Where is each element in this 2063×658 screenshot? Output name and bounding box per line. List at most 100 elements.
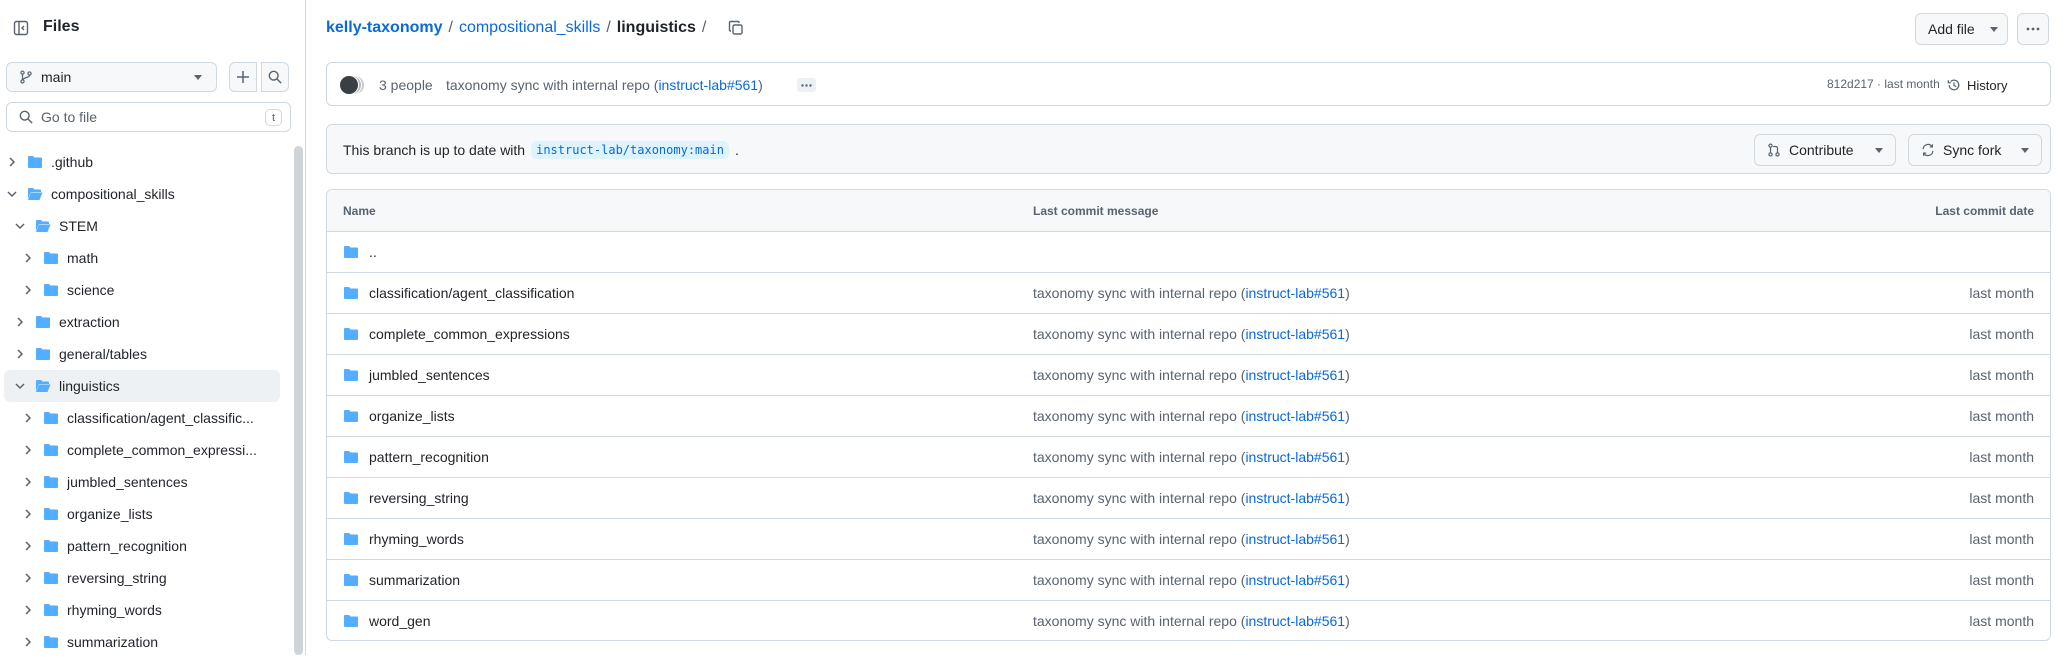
chevron-right-icon[interactable]: [22, 636, 34, 648]
commit-authors[interactable]: 3 people: [379, 77, 433, 93]
commit-message: taxonomy sync with internal repo (instru…: [1033, 531, 1350, 547]
commit-pr-link[interactable]: instruct-lab#561: [1245, 490, 1345, 506]
chevron-right-icon[interactable]: [22, 572, 34, 584]
table-row[interactable]: reversing_string taxonomy sync with inter…: [327, 478, 2050, 519]
expand-commit-icon[interactable]: [797, 78, 816, 92]
tree-item[interactable]: summarization: [0, 626, 280, 658]
chevron-right-icon[interactable]: [22, 412, 34, 424]
commit-pr-link[interactable]: instruct-lab#561: [1245, 613, 1345, 629]
table-row[interactable]: complete_common_expressions taxonomy sync…: [327, 314, 2050, 355]
add-file-icon[interactable]: [229, 62, 257, 92]
table-row[interactable]: word_gen taxonomy sync with internal repo…: [327, 601, 2050, 640]
avatar-stack[interactable]: [339, 75, 365, 95]
chevron-down-icon[interactable]: [14, 220, 26, 232]
chevron-down-icon[interactable]: [14, 380, 26, 392]
folder-icon: [35, 314, 51, 330]
file-name-link[interactable]: summarization: [369, 572, 460, 588]
table-row[interactable]: summarization taxonomy sync with internal…: [327, 560, 2050, 601]
branch-selector[interactable]: main: [6, 62, 217, 92]
tree-item[interactable]: rhyming_words: [0, 594, 280, 626]
tree-item[interactable]: general/tables: [0, 338, 280, 370]
tree-item[interactable]: math: [0, 242, 280, 274]
folder-icon: [43, 410, 59, 426]
search-icon[interactable]: [261, 62, 289, 92]
commit-pr-link[interactable]: instruct-lab#561: [1245, 408, 1345, 424]
tree-item[interactable]: linguistics: [4, 370, 280, 402]
scrollbar-thumb[interactable]: [294, 146, 303, 655]
file-name-link[interactable]: complete_common_expressions: [369, 326, 570, 342]
commit-pr-link[interactable]: instruct-lab#561: [658, 77, 758, 93]
sidebar-header: Files: [0, 0, 305, 56]
commit-pr-link[interactable]: instruct-lab#561: [1245, 572, 1345, 588]
chevron-right-icon[interactable]: [22, 540, 34, 552]
chevron-right-icon[interactable]: [22, 508, 34, 520]
tree-item[interactable]: organize_lists: [0, 498, 280, 530]
file-name-link[interactable]: classification/agent_classification: [369, 285, 574, 301]
commit-sha-time[interactable]: 812d217 · last month: [1827, 77, 1940, 91]
chevron-right-icon[interactable]: [14, 316, 26, 328]
tree-item[interactable]: STEM: [0, 210, 280, 242]
file-name-link[interactable]: reversing_string: [369, 490, 469, 506]
commit-pr-link[interactable]: instruct-lab#561: [1245, 449, 1345, 465]
chevron-right-icon[interactable]: [22, 604, 34, 616]
tree-item-label: complete_common_expressi...: [67, 442, 257, 458]
upstream-ref[interactable]: instruct-lab/taxonomy:main: [531, 141, 729, 159]
add-file-button[interactable]: Add file: [1915, 13, 2008, 45]
table-row[interactable]: organize_lists taxonomy sync with interna…: [327, 396, 2050, 437]
tree-item[interactable]: jumbled_sentences: [0, 466, 280, 498]
chevron-right-icon[interactable]: [22, 252, 34, 264]
folder-open-icon: [35, 378, 51, 394]
chevron-right-icon[interactable]: [22, 444, 34, 456]
commit-message: taxonomy sync with internal repo (instru…: [1033, 613, 1350, 629]
chevron-right-icon[interactable]: [22, 476, 34, 488]
tree-item-label: compositional_skills: [51, 186, 175, 202]
breadcrumb-compositional-skills[interactable]: compositional_skills: [459, 19, 600, 37]
sidebar-collapse-icon[interactable]: [8, 15, 34, 41]
tree-item-label: science: [67, 282, 115, 298]
tree-item[interactable]: .github: [0, 146, 280, 178]
parent-directory-row[interactable]: ..: [327, 232, 2050, 273]
chevron-right-icon[interactable]: [14, 348, 26, 360]
commit-pr-link[interactable]: instruct-lab#561: [1245, 285, 1345, 301]
commit-pr-link[interactable]: instruct-lab#561: [1245, 367, 1345, 383]
tree-item[interactable]: reversing_string: [0, 562, 280, 594]
file-name-link[interactable]: word_gen: [369, 613, 431, 629]
breadcrumb-trailing-sep: /: [701, 19, 707, 36]
column-last-commit-message: Last commit message: [1033, 204, 1159, 218]
parent-directory-link[interactable]: ..: [369, 244, 377, 260]
file-name-link[interactable]: pattern_recognition: [369, 449, 489, 465]
history-button[interactable]: History: [1947, 73, 2007, 97]
more-options-icon[interactable]: [2017, 13, 2049, 45]
tree-item[interactable]: pattern_recognition: [0, 530, 280, 562]
tree-item-label: .github: [51, 154, 94, 170]
file-name-link[interactable]: rhyming_words: [369, 531, 464, 547]
go-to-file-input[interactable]: Go to file t: [6, 102, 291, 132]
file-name-link[interactable]: organize_lists: [369, 408, 455, 424]
tree-item-label: jumbled_sentences: [67, 474, 188, 490]
sidebar-scrollbar[interactable]: [294, 146, 304, 655]
latest-commit-bar: 3 people taxonomy sync with internal rep…: [326, 62, 2051, 106]
tree-item-label: general/tables: [59, 346, 147, 362]
file-name-link[interactable]: jumbled_sentences: [369, 367, 490, 383]
chevron-right-icon[interactable]: [22, 284, 34, 296]
commit-pr-link[interactable]: instruct-lab#561: [1245, 326, 1345, 342]
sync-fork-button[interactable]: Sync fork: [1908, 134, 2042, 166]
branch-status-text: This branch is up to date with instruct-…: [343, 141, 739, 159]
table-row[interactable]: classification/agent_classification taxon…: [327, 273, 2050, 314]
tree-item[interactable]: extraction: [0, 306, 280, 338]
contribute-button[interactable]: Contribute: [1754, 134, 1896, 166]
tree-item[interactable]: compositional_skills: [0, 178, 280, 210]
table-row[interactable]: pattern_recognition taxonomy sync with in…: [327, 437, 2050, 478]
breadcrumb-repo[interactable]: kelly-taxonomy: [326, 19, 442, 37]
chevron-down-icon[interactable]: [6, 188, 18, 200]
table-row[interactable]: rhyming_words taxonomy sync with internal…: [327, 519, 2050, 560]
chevron-right-icon[interactable]: [6, 156, 18, 168]
tree-item[interactable]: science: [0, 274, 280, 306]
tree-item[interactable]: classification/agent_classific...: [0, 402, 280, 434]
table-row[interactable]: jumbled_sentences taxonomy sync with inte…: [327, 355, 2050, 396]
main-content: kelly-taxonomy / compositional_skills / …: [306, 0, 2063, 655]
commit-pr-link[interactable]: instruct-lab#561: [1245, 531, 1345, 547]
folder-icon: [343, 408, 359, 424]
tree-item[interactable]: complete_common_expressi...: [0, 434, 280, 466]
copy-path-icon[interactable]: [728, 20, 744, 36]
